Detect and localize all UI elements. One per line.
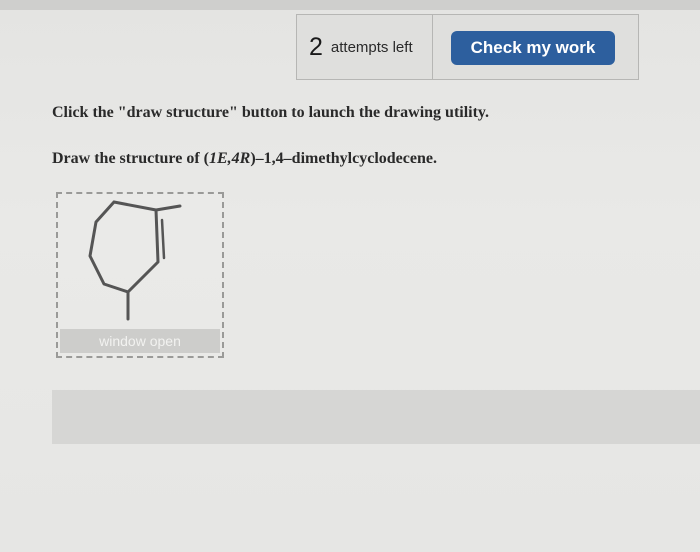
- attempts-label: attempts left: [330, 38, 413, 56]
- question-prefix: Draw the structure of (: [52, 150, 209, 167]
- question-stereodescriptor: 1E,4R: [209, 150, 251, 167]
- check-work-panel: Check my work: [432, 14, 639, 80]
- molecule-structure-drawing: [88, 200, 182, 321]
- attempts-indicator: 2 attempts left: [296, 14, 432, 80]
- window-open-status: window open: [60, 329, 220, 353]
- instruction-text: Click the "draw structure" button to lau…: [52, 104, 490, 121]
- draw-structure-area[interactable]: window open: [56, 192, 224, 358]
- top-edge-strip: [0, 0, 700, 10]
- check-my-work-button[interactable]: Check my work: [451, 31, 615, 65]
- question-suffix: )–1,4–dimethylcyclodecene.: [250, 150, 437, 167]
- answer-feedback-bar: [52, 390, 700, 444]
- question-text: Draw the structure of (1E,4R)–1,4–dimeth…: [52, 150, 437, 168]
- attempts-count: 2: [309, 32, 323, 61]
